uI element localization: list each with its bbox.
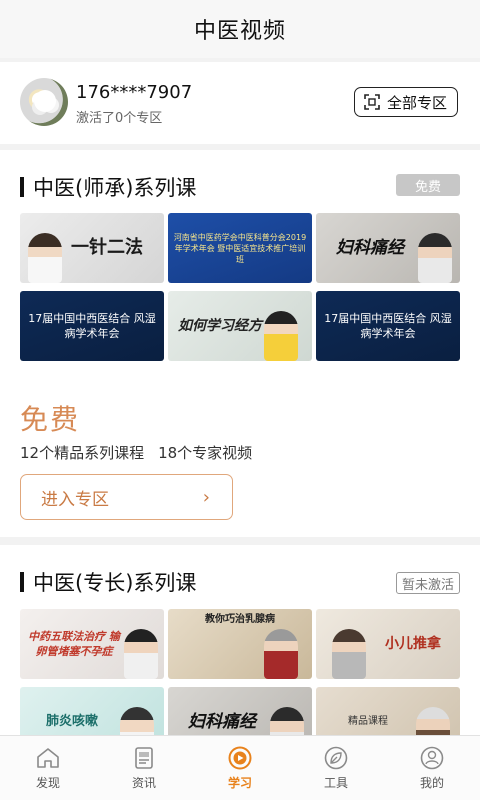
chevron-right-icon: › <box>202 486 210 508</box>
section-title: 中医(专长)系列课 <box>20 567 196 597</box>
leaf-icon <box>324 746 348 770</box>
presenter-figure <box>416 707 450 735</box>
section-mentorship: 中医(师承)系列课 免费 一针二法 河南省中医药学会中医科普分会2019年学术年… <box>0 150 480 537</box>
activated-zones-text: 激活了0个专区 <box>76 111 163 126</box>
news-icon <box>135 747 153 769</box>
tab-label: 我的 <box>419 776 444 790</box>
tab-tools[interactable]: 工具 <box>288 736 384 800</box>
thumbnail-caption: 小儿推拿 <box>385 636 441 652</box>
tab-mine[interactable]: 我的 <box>384 736 480 800</box>
video-thumbnail[interactable]: 精品课程 <box>316 687 460 735</box>
section-title-text: 中医(师承)系列课 <box>33 176 197 200</box>
course-count: 12个精品系列课程 <box>20 444 145 462</box>
video-thumbnail[interactable]: 妇科痛经 <box>316 213 460 283</box>
all-zones-button[interactable]: 全部专区 <box>353 87 458 117</box>
thumbnail-caption: 如何学习经方 <box>178 318 262 334</box>
video-thumbnail[interactable]: 17届中国中西医结合 风湿病学术年会 <box>20 291 164 361</box>
tab-discover[interactable]: 发现 <box>0 736 96 800</box>
profile-icon <box>420 746 444 770</box>
thumbnail-caption: 17届中国中西医结合 风湿病学术年会 <box>324 312 452 340</box>
section-specialty: 中医(专长)系列课 暂未激活 中药五联法治疗 输卵管堵塞不孕症 教你巧治乳腺病 … <box>0 545 480 735</box>
presenter-figure <box>28 233 62 283</box>
thumbnail-caption: 一针二法 <box>71 237 143 258</box>
tab-news[interactable]: 资讯 <box>96 736 192 800</box>
thumbnail-grid: 中药五联法治疗 输卵管堵塞不孕症 教你巧治乳腺病 小儿推拿 肺炎咳嗽 妇科痛经 … <box>20 609 460 735</box>
video-thumbnail[interactable]: 河南省中医药学会中医科普分会2019年学术年会 暨中医适宜技术推广培训班 <box>168 213 312 283</box>
video-thumbnail[interactable]: 肺炎咳嗽 <box>20 687 164 735</box>
video-thumbnail[interactable]: 如何学习经方 <box>168 291 312 361</box>
presenter-figure <box>418 233 452 283</box>
user-phone: 176****7907 <box>76 82 193 103</box>
presenter-figure <box>264 629 298 679</box>
thumbnail-grid: 一针二法 河南省中医药学会中医科普分会2019年学术年会 暨中医适宜技术推广培训… <box>20 213 460 361</box>
presenter-figure <box>270 707 304 735</box>
thumbnail-caption: 妇科痛经 <box>188 712 256 732</box>
video-thumbnail[interactable]: 一针二法 <box>20 213 164 283</box>
section-title-text: 中医(专长)系列课 <box>33 571 197 595</box>
section-title: 中医(师承)系列课 <box>20 172 196 202</box>
thumbnail-caption: 17届中国中西医结合 风湿病学术年会 <box>28 312 156 340</box>
video-thumbnail[interactable]: 小儿推拿 <box>316 609 460 679</box>
thumbnail-caption: 河南省中医药学会中医科普分会2019年学术年会 暨中医适宜技术推广培训班 <box>173 232 307 264</box>
price-label: 免费 <box>20 403 81 436</box>
thumbnail-caption: 中药五联法治疗 输卵管堵塞不孕症 <box>28 630 120 658</box>
play-icon <box>228 746 252 770</box>
presenter-figure <box>264 311 298 361</box>
app-header: 中医视频 <box>0 0 480 58</box>
tab-label: 学习 <box>227 776 252 790</box>
enter-zone-label: 进入专区 <box>41 489 109 510</box>
bottom-tab-bar: 发现 资讯 学习 工具 我的 <box>0 735 480 800</box>
video-count: 18个专家视频 <box>158 444 253 462</box>
enter-zone-button[interactable]: 进入专区 › <box>20 474 233 520</box>
avatar[interactable] <box>20 78 68 126</box>
presenter-figure <box>332 629 366 679</box>
video-thumbnail[interactable]: 中药五联法治疗 输卵管堵塞不孕症 <box>20 609 164 679</box>
title-marker <box>20 177 24 197</box>
zones-icon <box>364 94 380 110</box>
all-zones-label: 全部专区 <box>386 93 447 112</box>
free-badge: 免费 <box>396 174 460 196</box>
video-thumbnail[interactable]: 教你巧治乳腺病 <box>168 609 312 679</box>
page-title: 中医视频 <box>193 19 286 44</box>
title-marker <box>20 572 24 592</box>
inactive-badge: 暂未激活 <box>396 572 460 594</box>
user-card: 176****7907 激活了0个专区 全部专区 <box>0 62 480 144</box>
video-thumbnail[interactable]: 妇科痛经 <box>168 687 312 735</box>
tab-label: 工具 <box>323 776 348 790</box>
zone-stats: 12个精品系列课程 18个专家视频 <box>20 442 252 463</box>
video-thumbnail[interactable]: 17届中国中西医结合 风湿病学术年会 <box>316 291 460 361</box>
presenter-figure <box>124 629 158 679</box>
tab-label: 发现 <box>35 776 60 790</box>
home-icon <box>37 748 59 768</box>
thumbnail-caption: 肺炎咳嗽 <box>45 714 98 729</box>
thumbnail-caption: 精品课程 <box>348 716 388 727</box>
tab-study[interactable]: 学习 <box>192 736 288 800</box>
tab-label: 资讯 <box>131 776 156 790</box>
thumbnail-caption: 教你巧治乳腺病 <box>205 614 275 625</box>
thumbnail-caption: 妇科痛经 <box>336 238 404 258</box>
presenter-figure <box>120 707 154 735</box>
